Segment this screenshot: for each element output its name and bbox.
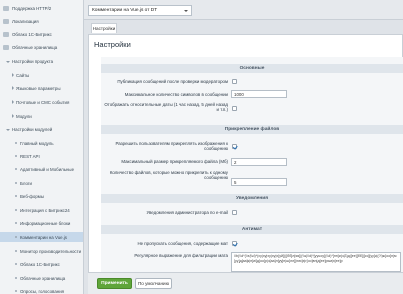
bullet-icon bbox=[15, 209, 17, 211]
regex-label: Регулярное выражение для фильтрации мата bbox=[134, 253, 228, 258]
module-icon bbox=[3, 5, 9, 11]
relative-dates-label: Отображать относительные даты (1 час наз… bbox=[104, 102, 228, 113]
notify-admin-label: Уведомления администратора по e-mail bbox=[146, 210, 228, 215]
sidebar-item-настройки-модулей[interactable]: Настройки модулей bbox=[0, 124, 83, 134]
chevron-down-icon bbox=[184, 9, 188, 12]
block-mat-checkbox[interactable] bbox=[232, 241, 237, 246]
module-select-value: Комментарии на Vue.js от DT bbox=[92, 8, 158, 13]
sidebar-item-label: Облачные хранилища bbox=[20, 275, 66, 281]
expand-right-icon bbox=[12, 86, 14, 90]
section-files: Прикрепление файлов bbox=[101, 125, 403, 134]
module-icon bbox=[3, 31, 9, 37]
max-file-size-label: Максимальный размер прикрепляемого файла… bbox=[121, 159, 228, 164]
sidebar-item-модули[interactable]: Модули bbox=[0, 111, 83, 121]
sidebar-item-блоги[interactable]: Блоги bbox=[0, 178, 83, 188]
relative-dates-checkbox[interactable] bbox=[232, 106, 237, 111]
allow-images-checkbox[interactable] bbox=[232, 144, 237, 149]
sidebar-item-label: Поддержка HTTP/2 bbox=[12, 5, 52, 11]
sidebar-item-label: Адаптивный и Мобильные bbox=[20, 166, 75, 172]
bullet-icon bbox=[15, 142, 17, 144]
sidebar-item-веб-формы[interactable]: Веб-формы bbox=[0, 191, 83, 201]
sidebar-item-языковые-параметры[interactable]: Языковые параметры bbox=[0, 83, 83, 93]
bullet-icon bbox=[15, 250, 17, 252]
sidebar-nav: Поддержка HTTP/2 Локализация Облако 1С-Бит… bbox=[0, 0, 84, 294]
max-files-label: Количество файлов, которые можно прикреп… bbox=[109, 170, 228, 181]
bullet-icon bbox=[15, 155, 17, 157]
sidebar-item-облачные-хранилища[interactable]: Облачные хранилища bbox=[0, 273, 83, 283]
sidebar-item-облако-1с-битрикс[interactable]: Облако 1С-Битрикс bbox=[0, 29, 83, 39]
max-files-input[interactable]: 5 bbox=[231, 178, 287, 186]
sidebar-item-информационные-блоки[interactable]: Информационные блоки bbox=[0, 218, 83, 228]
module-select[interactable]: Комментарии на Vue.js от DT bbox=[88, 5, 192, 16]
sidebar-item-label: Облачные хранилища bbox=[12, 44, 58, 50]
sidebar-item-поддержка-http-2[interactable]: Поддержка HTTP/2 bbox=[0, 3, 83, 13]
sidebar-item-монитор-производительности[interactable]: Монитор производительности bbox=[0, 246, 83, 256]
sidebar-item-главный-модуль[interactable]: Главный модуль bbox=[0, 138, 83, 148]
sidebar-item-label: Настройки модулей bbox=[12, 126, 53, 132]
page-title: Настройки bbox=[94, 40, 131, 49]
section-antimat: Антимат bbox=[101, 225, 403, 234]
module-icon bbox=[3, 18, 9, 24]
sidebar-item-rest-api[interactable]: REST API bbox=[0, 151, 83, 161]
section-basic: Основные bbox=[101, 64, 403, 73]
sidebar-item-label: Монитор производительности bbox=[20, 248, 82, 254]
max-chars-label: Максимальное количество символов в сообщ… bbox=[124, 92, 228, 97]
sidebar-item-интеграция-с-битрикс24[interactable]: Интеграция с Битрикс24 bbox=[0, 205, 83, 215]
sidebar-item-адаптивный-и-мобильные[interactable]: Адаптивный и Мобильные bbox=[0, 164, 83, 174]
bullet-icon bbox=[15, 182, 17, 184]
sidebar-item-label: REST API bbox=[20, 153, 40, 159]
bullet-icon bbox=[15, 222, 17, 224]
top-bar: Комментарии на Vue.js от DT bbox=[84, 0, 403, 20]
expand-down-icon bbox=[6, 128, 10, 131]
max-chars-input[interactable]: 1000 bbox=[231, 90, 287, 98]
sidebar-item-label: Главный модуль bbox=[20, 140, 54, 146]
module-icon bbox=[3, 44, 9, 50]
premoderation-label: Публикация сообщений после проверки моде… bbox=[117, 79, 228, 84]
apply-button[interactable]: Применить bbox=[97, 278, 132, 289]
sidebar-item-label: Сайты bbox=[16, 72, 30, 78]
sidebar-item-почтовые-и-смс-события[interactable]: Почтовые и СМС события bbox=[0, 97, 83, 107]
sidebar-item-label: Почтовые и СМС события bbox=[16, 99, 70, 105]
expand-right-icon bbox=[12, 114, 14, 118]
default-button[interactable]: По умолчанию bbox=[135, 278, 172, 289]
sidebar-item-label: Комментарии на Vue.js bbox=[20, 234, 67, 240]
sidebar-item-label: Локализация bbox=[12, 18, 39, 24]
sidebar-item-label: Информационные блоки bbox=[20, 220, 71, 226]
bullet-icon bbox=[15, 277, 17, 279]
block-mat-label: Не пропускать сообщения, содержащие мат bbox=[137, 241, 228, 246]
bullet-icon bbox=[15, 263, 17, 265]
sidebar-item-label: Опросы, голосования bbox=[20, 288, 65, 294]
sidebar-item-облачные-хранилища[interactable]: Облачные хранилища bbox=[0, 42, 83, 52]
expand-down-icon bbox=[6, 60, 10, 63]
section-notifications: Уведомления bbox=[101, 194, 403, 203]
sidebar-item-label: Облако 1С-Битрикс bbox=[12, 31, 52, 37]
sidebar-item-label: Интеграция с Битрикс24 bbox=[20, 207, 70, 213]
notify-admin-checkbox[interactable] bbox=[232, 210, 237, 215]
expand-right-icon bbox=[12, 73, 14, 77]
sidebar-item-настройки-продукта[interactable]: Настройки продукта bbox=[0, 56, 83, 66]
sidebar-item-label: Модули bbox=[16, 113, 32, 119]
tab-settings[interactable]: Настройки bbox=[91, 23, 117, 33]
sidebar-item-label: Облако 1С-Битрикс bbox=[20, 261, 60, 267]
sidebar-item-опросы-голосования[interactable]: Опросы, голосования bbox=[0, 286, 83, 294]
bullet-icon bbox=[15, 236, 17, 238]
sidebar-item-комментарии-на-vue-js[interactable]: Комментарии на Vue.js bbox=[0, 232, 83, 242]
sidebar-item-локализация[interactable]: Локализация bbox=[0, 16, 83, 26]
bullet-icon bbox=[15, 168, 17, 170]
regex-textarea[interactable]: \\b(\\d*(\\s|\\d)*(ху|хy|хy|xy|x[уй])|[б… bbox=[231, 252, 401, 272]
sidebar-item-label: Языковые параметры bbox=[16, 85, 61, 91]
sidebar-item-label: Блоги bbox=[20, 180, 32, 186]
bullet-icon bbox=[15, 195, 17, 197]
sidebar-item-сайты[interactable]: Сайты bbox=[0, 70, 83, 80]
expand-right-icon bbox=[12, 100, 14, 104]
sidebar-item-облако-1с-битрикс[interactable]: Облако 1С-Битрикс bbox=[0, 259, 83, 269]
allow-images-label: Разрешить пользователям прикреплять изоб… bbox=[115, 141, 228, 152]
sidebar-item-label: Веб-формы bbox=[20, 193, 44, 199]
premoderation-checkbox[interactable] bbox=[232, 79, 237, 84]
bullet-icon bbox=[15, 290, 17, 292]
max-file-size-input[interactable]: 2 bbox=[231, 158, 287, 166]
sidebar-item-label: Настройки продукта bbox=[12, 58, 54, 64]
